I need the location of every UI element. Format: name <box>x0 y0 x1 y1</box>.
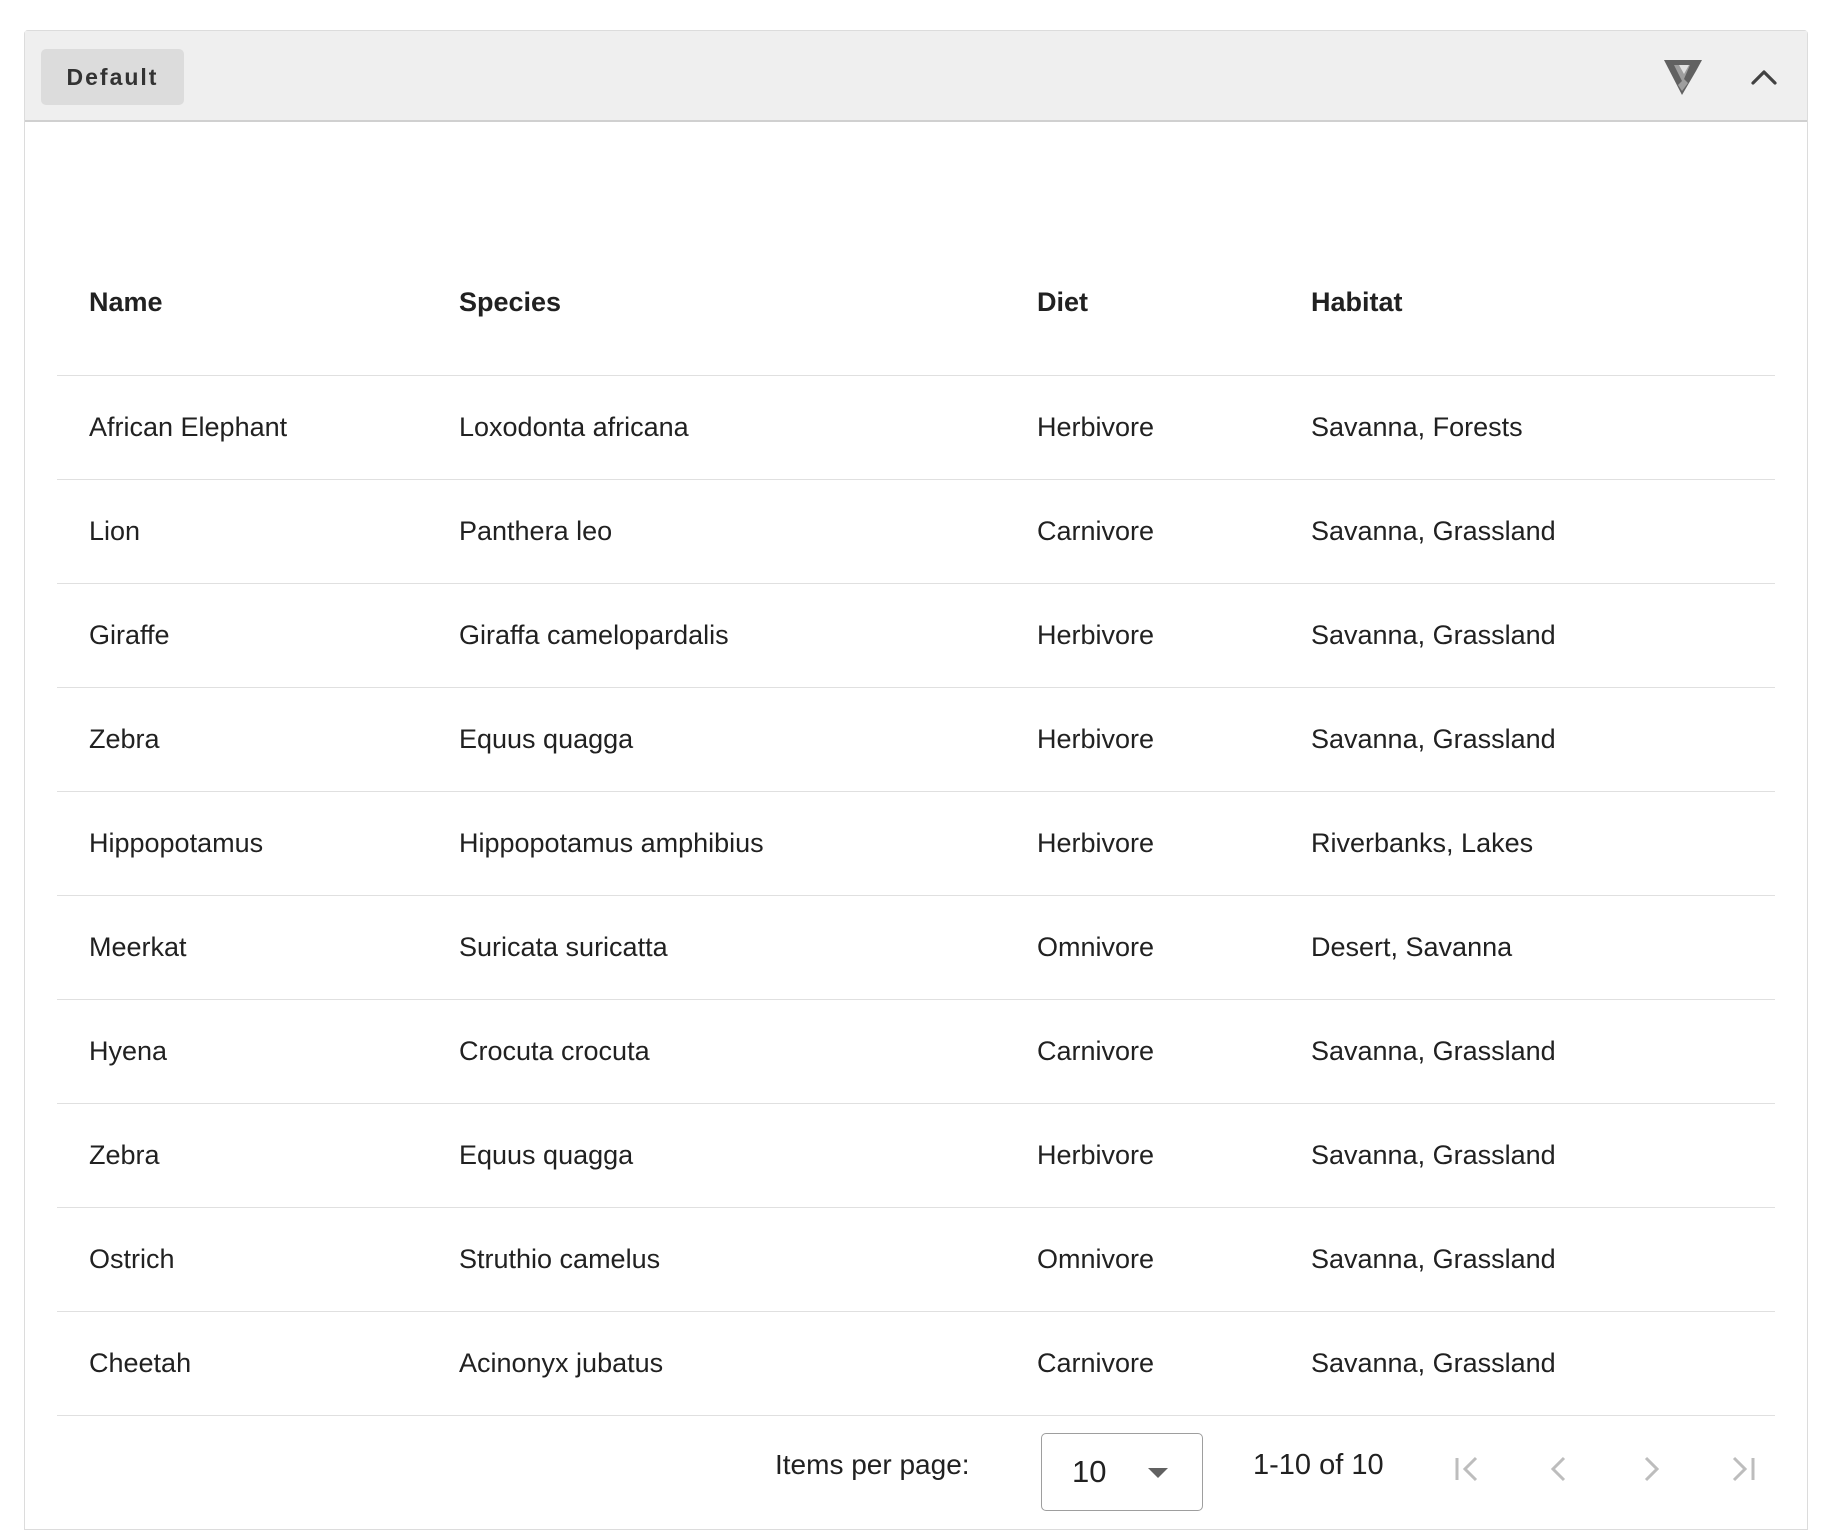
cell-habitat: Savanna, Grassland <box>1311 516 1556 546</box>
cell-diet: Herbivore <box>1037 412 1155 442</box>
last-page-icon[interactable] <box>1721 1447 1765 1491</box>
cell-species: Equus quagga <box>459 1140 634 1170</box>
cell-species: Suricata suricatta <box>459 932 668 962</box>
table-row[interactable]: Hippopotamus Hippopotamus amphibius Herbiv… <box>57 792 1775 896</box>
tab-default[interactable]: Default <box>41 49 184 105</box>
table-row[interactable]: Lion Panthera leo Carnivore Savanna, Grassl… <box>57 480 1775 584</box>
paginator: Items per page: 10 1-10 of 10 <box>57 1419 1775 1519</box>
page-size-select[interactable]: 10 <box>1041 1433 1203 1511</box>
cell-name: Zebra <box>89 724 160 754</box>
cell-name: Hippopotamus <box>89 828 264 858</box>
table-row[interactable]: Giraffe Giraffa camelopardalis Herbivore Sa… <box>57 584 1775 688</box>
column-header-habitat[interactable]: Habitat <box>1311 287 1775 318</box>
chevron-up-icon[interactable] <box>1742 55 1786 99</box>
page-size-value: 10 <box>1072 1454 1107 1489</box>
previous-page-icon[interactable] <box>1537 1447 1581 1491</box>
cell-habitat: Savanna, Grassland <box>1311 1244 1556 1274</box>
cell-species: Equus quagga <box>459 724 634 754</box>
cell-species: Giraffa camelopardalis <box>459 620 729 650</box>
cell-name: Hyena <box>89 1036 168 1066</box>
table-row[interactable]: Cheetah Acinonyx jubatus Carnivore Savanna,… <box>57 1312 1775 1416</box>
column-header-species[interactable]: Species <box>459 287 1037 318</box>
cell-diet: Herbivore <box>1037 724 1155 754</box>
page-range-label: 1-10 of 10 <box>1253 1449 1384 1481</box>
table-row[interactable]: Ostrich Struthio camelus Omnivore Savanna, … <box>57 1208 1775 1312</box>
cell-name: African Elephant <box>89 412 288 442</box>
cell-name: Giraffe <box>89 620 170 650</box>
cell-habitat: Savanna, Grassland <box>1311 1036 1556 1066</box>
items-per-page-label: Items per page: <box>775 1449 970 1480</box>
cell-habitat: Savanna, Grassland <box>1311 1140 1556 1170</box>
cell-diet: Carnivore <box>1037 1036 1155 1066</box>
cell-habitat: Savanna, Grassland <box>1311 1348 1556 1378</box>
table-row[interactable]: Zebra Equus quagga Herbivore Savanna, Grass… <box>57 688 1775 792</box>
brand-logo-icon[interactable] <box>1661 55 1705 99</box>
cell-diet: Omnivore <box>1037 1244 1155 1274</box>
cell-diet: Carnivore <box>1037 1348 1155 1378</box>
cell-diet: Carnivore <box>1037 516 1155 546</box>
cell-habitat: Riverbanks, Lakes <box>1311 828 1534 858</box>
column-header-diet[interactable]: Diet <box>1037 287 1311 318</box>
cell-name: Meerkat <box>89 932 187 962</box>
table-row[interactable]: African Elephant Loxodonta africana Herbiv… <box>57 376 1775 480</box>
table-row[interactable]: Hyena Crocuta crocuta Carnivore Savanna, Gr… <box>57 1000 1775 1104</box>
panel-header: Default <box>25 31 1807 122</box>
data-table: Name Species Diet Habitat African Elephant Lo… <box>57 230 1775 1416</box>
cell-habitat: Savanna, Grassland <box>1311 620 1556 650</box>
cell-habitat: Desert, Savanna <box>1311 932 1513 962</box>
cell-species: Hippopotamus amphibius <box>459 828 764 858</box>
table-header-row: Name Species Diet Habitat <box>57 230 1775 376</box>
cell-name: Zebra <box>89 1140 160 1170</box>
cell-name: Ostrich <box>89 1244 175 1274</box>
first-page-icon[interactable] <box>1445 1447 1489 1491</box>
cell-diet: Omnivore <box>1037 932 1155 962</box>
table-row[interactable]: Meerkat Suricata suricatta Omnivore Desert,… <box>57 896 1775 1000</box>
cell-habitat: Savanna, Forests <box>1311 412 1523 442</box>
cell-species: Struthio camelus <box>459 1244 661 1274</box>
cell-species: Acinonyx jubatus <box>459 1348 664 1378</box>
cell-habitat: Savanna, Grassland <box>1311 724 1556 754</box>
cell-diet: Herbivore <box>1037 1140 1155 1170</box>
table-panel: Default Name Species Diet Habitat African El… <box>24 30 1808 1530</box>
cell-species: Crocuta crocuta <box>459 1036 650 1066</box>
table-row[interactable]: Zebra Equus quagga Herbivore Savanna, Grass… <box>57 1104 1775 1208</box>
cell-name: Cheetah <box>89 1348 192 1378</box>
cell-species: Panthera leo <box>459 516 613 546</box>
cell-species: Loxodonta africana <box>459 412 689 442</box>
column-header-name[interactable]: Name <box>57 287 459 318</box>
next-page-icon[interactable] <box>1629 1447 1673 1491</box>
dropdown-caret-icon <box>1148 1468 1168 1478</box>
cell-name: Lion <box>89 516 141 546</box>
cell-diet: Herbivore <box>1037 620 1155 650</box>
cell-diet: Herbivore <box>1037 828 1155 858</box>
